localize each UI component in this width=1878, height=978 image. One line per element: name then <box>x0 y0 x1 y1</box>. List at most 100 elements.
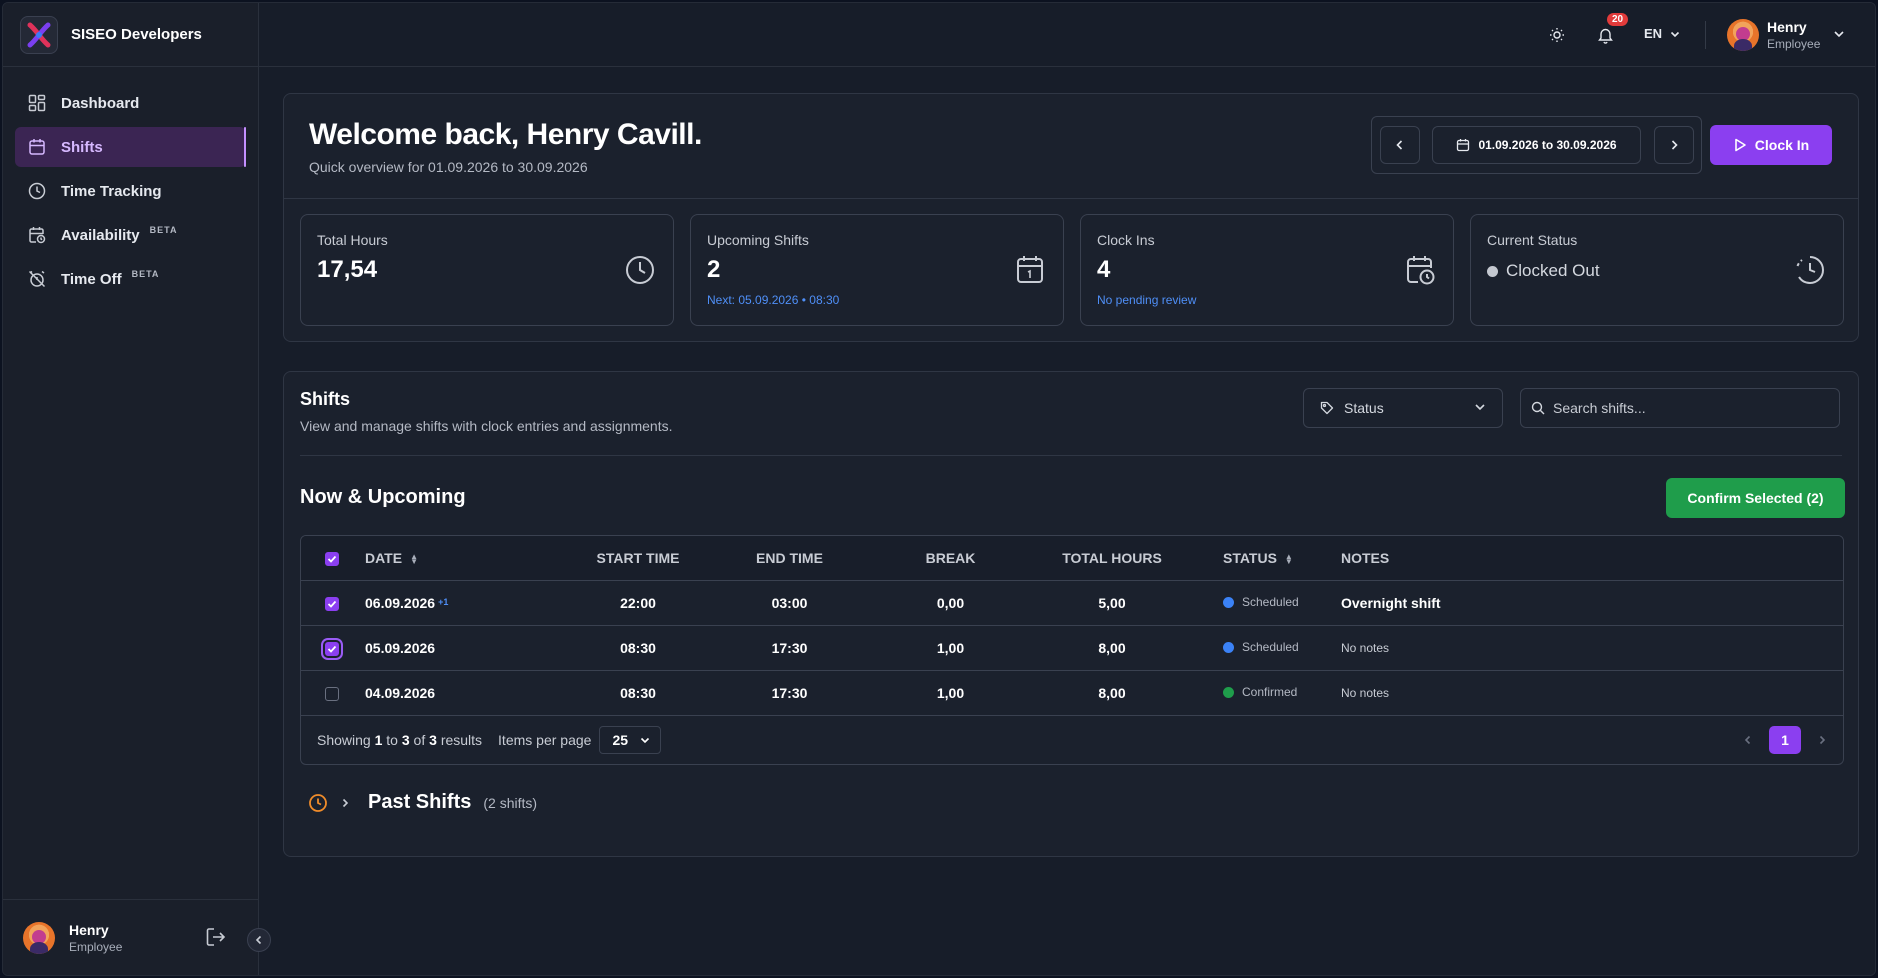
sidebar-item-dashboard[interactable]: Dashboard <box>15 83 246 123</box>
table-row[interactable]: 05.09.2026 08:30 17:30 1,00 8,00 Schedul… <box>301 625 1843 671</box>
cell-total-hours: 8,00 <box>1027 670 1197 716</box>
search-icon <box>1531 401 1545 415</box>
stat-label: Upcoming Shifts <box>707 232 809 248</box>
table-row[interactable]: 04.09.2026 08:30 17:30 1,00 8,00 Confirm… <box>301 670 1843 716</box>
cell-status: Scheduled <box>1197 625 1341 671</box>
cell-end-time: 03:00 <box>705 580 874 626</box>
beta-tag: BETA <box>131 269 160 279</box>
next-page-button[interactable] <box>1817 735 1827 745</box>
column-end-time: END TIME <box>705 536 874 581</box>
column-date[interactable]: DATE ▲ ▼ <box>365 536 571 581</box>
divider <box>284 198 1858 199</box>
stat-total-hours: Total Hours 17,54 <box>300 214 674 326</box>
user-role: Employee <box>1767 37 1821 51</box>
search-shifts-field[interactable] <box>1520 388 1840 428</box>
past-shifts-count: (2 shifts) <box>483 794 538 811</box>
clock-dashed-icon <box>1793 253 1827 287</box>
stat-clock-ins: Clock Ins 4 No pending review <box>1080 214 1454 326</box>
check-icon <box>327 600 337 608</box>
stat-label: Current Status <box>1487 232 1578 248</box>
cell-status: Confirmed <box>1197 670 1341 716</box>
items-per-page-select[interactable]: 25 <box>599 725 662 754</box>
sidebar: SISEO Developers Dashboard Shifts Time T… <box>3 3 259 975</box>
now-upcoming-title: Now & Upcoming <box>300 486 466 508</box>
brand[interactable]: SISEO Developers <box>3 3 258 67</box>
overnight-indicator: +1 <box>438 596 449 607</box>
status-dot <box>1487 265 1498 277</box>
calendar-clock-icon <box>27 225 47 245</box>
section-title: Shifts <box>300 389 351 409</box>
table-row[interactable]: 06.09.2026 +1 22:00 03:00 0,00 5,00 Sched… <box>301 580 1843 626</box>
sidebar-item-label: Availability <box>61 226 140 244</box>
row-checkbox[interactable] <box>325 641 339 656</box>
sidebar-nav: Dashboard Shifts Time Tracking Availabil… <box>3 67 258 299</box>
status-dot <box>1223 596 1234 608</box>
previous-period-button[interactable] <box>1380 126 1420 164</box>
pagination-bar: Showing 1 to 3 of 3 results Items per pa… <box>301 716 1843 764</box>
sidebar-item-label: Time Off <box>61 270 122 288</box>
sidebar-item-time-off[interactable]: Time Off BETA <box>15 259 246 299</box>
sidebar-item-availability[interactable]: Availability BETA <box>15 215 246 255</box>
collapse-sidebar-button[interactable] <box>247 928 271 952</box>
row-checkbox[interactable] <box>325 686 339 701</box>
chevron-left-icon <box>255 935 262 945</box>
sidebar-item-time-tracking[interactable]: Time Tracking <box>15 171 246 211</box>
welcome-card: Welcome back, Henry Cavill. Quick overvi… <box>283 93 1859 342</box>
sidebar-item-label: Time Tracking <box>61 182 162 200</box>
cell-date: 04.09.2026 <box>365 670 571 716</box>
user-name: Henry <box>1767 19 1807 35</box>
sidebar-item-shifts[interactable]: Shifts <box>15 127 246 167</box>
play-icon <box>1734 138 1746 152</box>
app-window: SISEO Developers Dashboard Shifts Time T… <box>2 2 1876 976</box>
confirm-selected-button[interactable]: Confirm Selected (2) <box>1666 478 1845 518</box>
calendar-day-icon <box>1013 253 1047 287</box>
cell-break: 0,00 <box>874 580 1027 626</box>
chevron-down-icon <box>1670 31 1680 37</box>
status-text: Clocked Out <box>1506 261 1600 280</box>
tag-icon <box>1320 401 1334 415</box>
items-per-page-label: Items per page <box>498 731 592 748</box>
cell-notes: Overnight shift <box>1341 580 1843 626</box>
status-filter-label: Status <box>1344 400 1384 416</box>
avatar[interactable] <box>23 921 55 954</box>
next-shift-text: Next: 05.09.2026 • 08:30 <box>707 293 840 307</box>
row-checkbox[interactable] <box>325 596 339 611</box>
column-status[interactable]: STATUS ▲ ▼ <box>1197 536 1341 581</box>
previous-page-button[interactable] <box>1743 735 1753 745</box>
cell-end-time: 17:30 <box>705 625 874 671</box>
cell-break: 1,00 <box>874 670 1027 716</box>
sidebar-user: Henry Employee <box>3 899 258 975</box>
shifts-table: DATE ▲ ▼ START TIME END TIME BREAK TOTAL H… <box>300 535 1844 765</box>
clock-in-button[interactable]: Clock In <box>1710 125 1832 165</box>
page-1-button[interactable]: 1 <box>1769 725 1801 754</box>
stat-current-status: Current Status Clocked Out <box>1470 214 1844 326</box>
logout-icon[interactable] <box>205 926 229 950</box>
status-filter-dropdown[interactable]: Status <box>1303 388 1503 428</box>
check-icon <box>327 555 337 563</box>
select-all-checkbox[interactable] <box>325 551 339 566</box>
stat-label: Clock Ins <box>1097 232 1155 248</box>
chevron-down-icon[interactable] <box>1833 27 1845 45</box>
brand-logo <box>20 15 58 54</box>
date-range-label: 01.09.2026 to 30.09.2026 <box>1478 138 1617 152</box>
search-input[interactable] <box>1553 400 1823 416</box>
results-summary: Showing 1 to 3 of 3 results <box>317 731 483 748</box>
sidebar-item-label: Dashboard <box>61 94 140 112</box>
divider <box>300 455 1842 456</box>
past-shifts-toggle[interactable]: Past Shifts (2 shifts) <box>308 791 537 814</box>
cell-date: 05.09.2026 <box>365 625 571 671</box>
language-select[interactable]: EN <box>1644 26 1680 41</box>
brand-name: SISEO Developers <box>71 26 202 43</box>
column-start-time: START TIME <box>571 536 705 581</box>
cell-end-time: 17:30 <box>705 670 874 716</box>
date-range-button[interactable]: 01.09.2026 to 30.09.2026 <box>1432 126 1641 164</box>
date-range-picker: 01.09.2026 to 30.09.2026 <box>1371 116 1702 174</box>
cell-start-time: 08:30 <box>571 670 705 716</box>
theme-toggle-sun-icon[interactable] <box>1547 25 1567 45</box>
chevron-left-icon <box>1396 140 1403 150</box>
bell-icon[interactable] <box>1595 25 1615 45</box>
pagination-controls: 1 <box>1743 725 1827 754</box>
user-menu[interactable]: Henry Employee <box>1727 19 1820 51</box>
next-period-button[interactable] <box>1654 126 1694 164</box>
status-dot <box>1223 641 1234 653</box>
